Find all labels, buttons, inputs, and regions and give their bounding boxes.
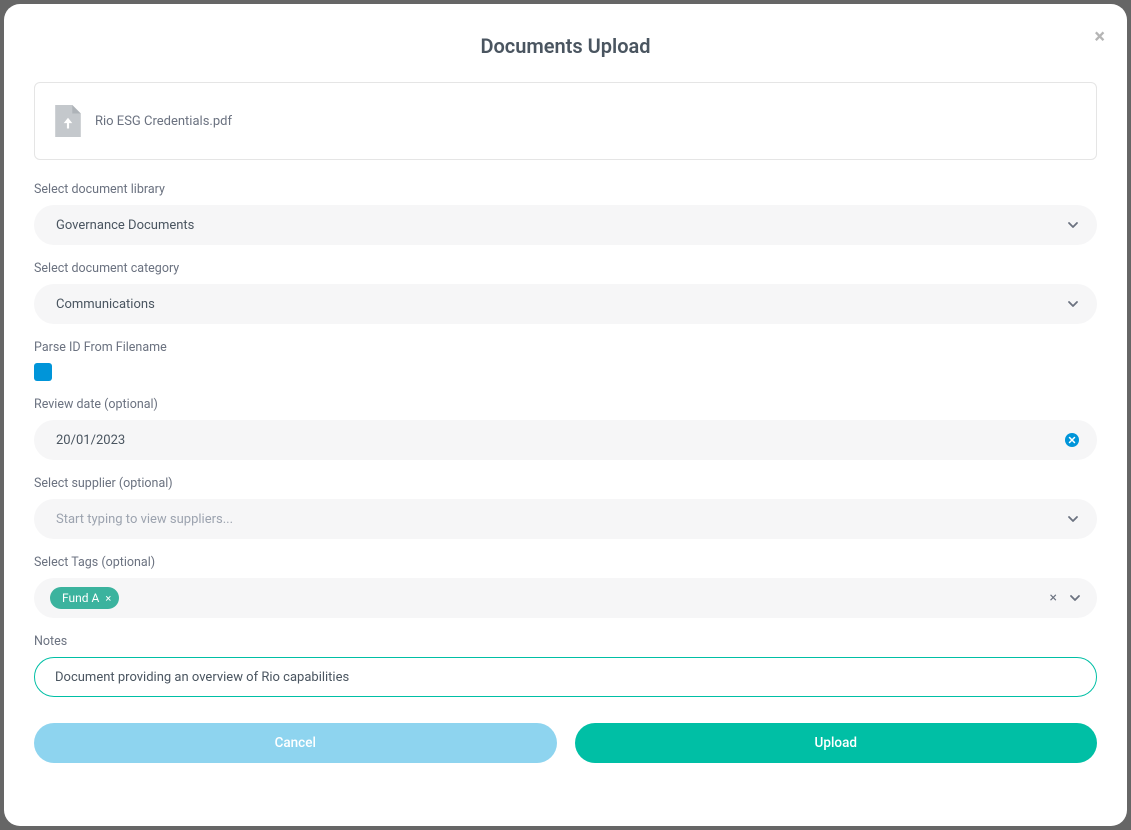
close-icon[interactable]: × [1094,26,1105,46]
notes-field: Notes [34,634,1097,697]
supplier-label: Select supplier (optional) [34,476,1097,491]
file-name-label: Rio ESG Credentials.pdf [95,114,232,129]
notes-input[interactable] [34,657,1097,697]
file-upload-icon [55,105,81,137]
cancel-button[interactable]: Cancel [34,723,557,763]
supplier-select[interactable]: Start typing to view suppliers... [34,499,1097,539]
chevron-down-icon [1067,513,1079,525]
parse-id-label: Parse ID From Filename [34,340,1097,355]
selected-file-box: Rio ESG Credentials.pdf [34,82,1097,160]
tags-select[interactable]: Fund A × × [34,578,1097,618]
category-label: Select document category [34,261,1097,276]
library-field: Select document library Governance Docum… [34,182,1097,245]
chevron-down-icon [1067,219,1079,231]
upload-modal: × Documents Upload Rio ESG Credentials.p… [4,4,1127,826]
category-field: Select document category Communications [34,261,1097,324]
clear-date-icon[interactable] [1065,433,1079,447]
tags-label: Select Tags (optional) [34,555,1097,570]
category-select[interactable]: Communications [34,284,1097,324]
tag-remove-icon[interactable]: × [105,592,111,605]
supplier-field: Select supplier (optional) Start typing … [34,476,1097,539]
review-date-value: 20/01/2023 [56,433,125,448]
category-value: Communications [56,297,155,312]
button-row: Cancel Upload [34,723,1097,763]
review-date-label: Review date (optional) [34,397,1097,412]
library-select[interactable]: Governance Documents [34,205,1097,245]
library-value: Governance Documents [56,218,194,233]
review-date-field: Review date (optional) 20/01/2023 [34,397,1097,460]
tags-field: Select Tags (optional) Fund A × × [34,555,1097,618]
upload-button[interactable]: Upload [575,723,1098,763]
tags-clear-icon[interactable]: × [1050,590,1057,606]
supplier-placeholder: Start typing to view suppliers... [56,512,233,527]
tag-chip-label: Fund A [62,591,99,605]
review-date-input[interactable]: 20/01/2023 [34,420,1097,460]
tag-chip: Fund A × [50,587,119,609]
library-label: Select document library [34,182,1097,197]
chevron-down-icon [1069,592,1081,604]
modal-title: Documents Upload [34,34,1097,58]
notes-label: Notes [34,634,1097,649]
parse-id-checkbox[interactable] [34,363,52,381]
chevron-down-icon [1067,298,1079,310]
parse-id-field: Parse ID From Filename [34,340,1097,381]
